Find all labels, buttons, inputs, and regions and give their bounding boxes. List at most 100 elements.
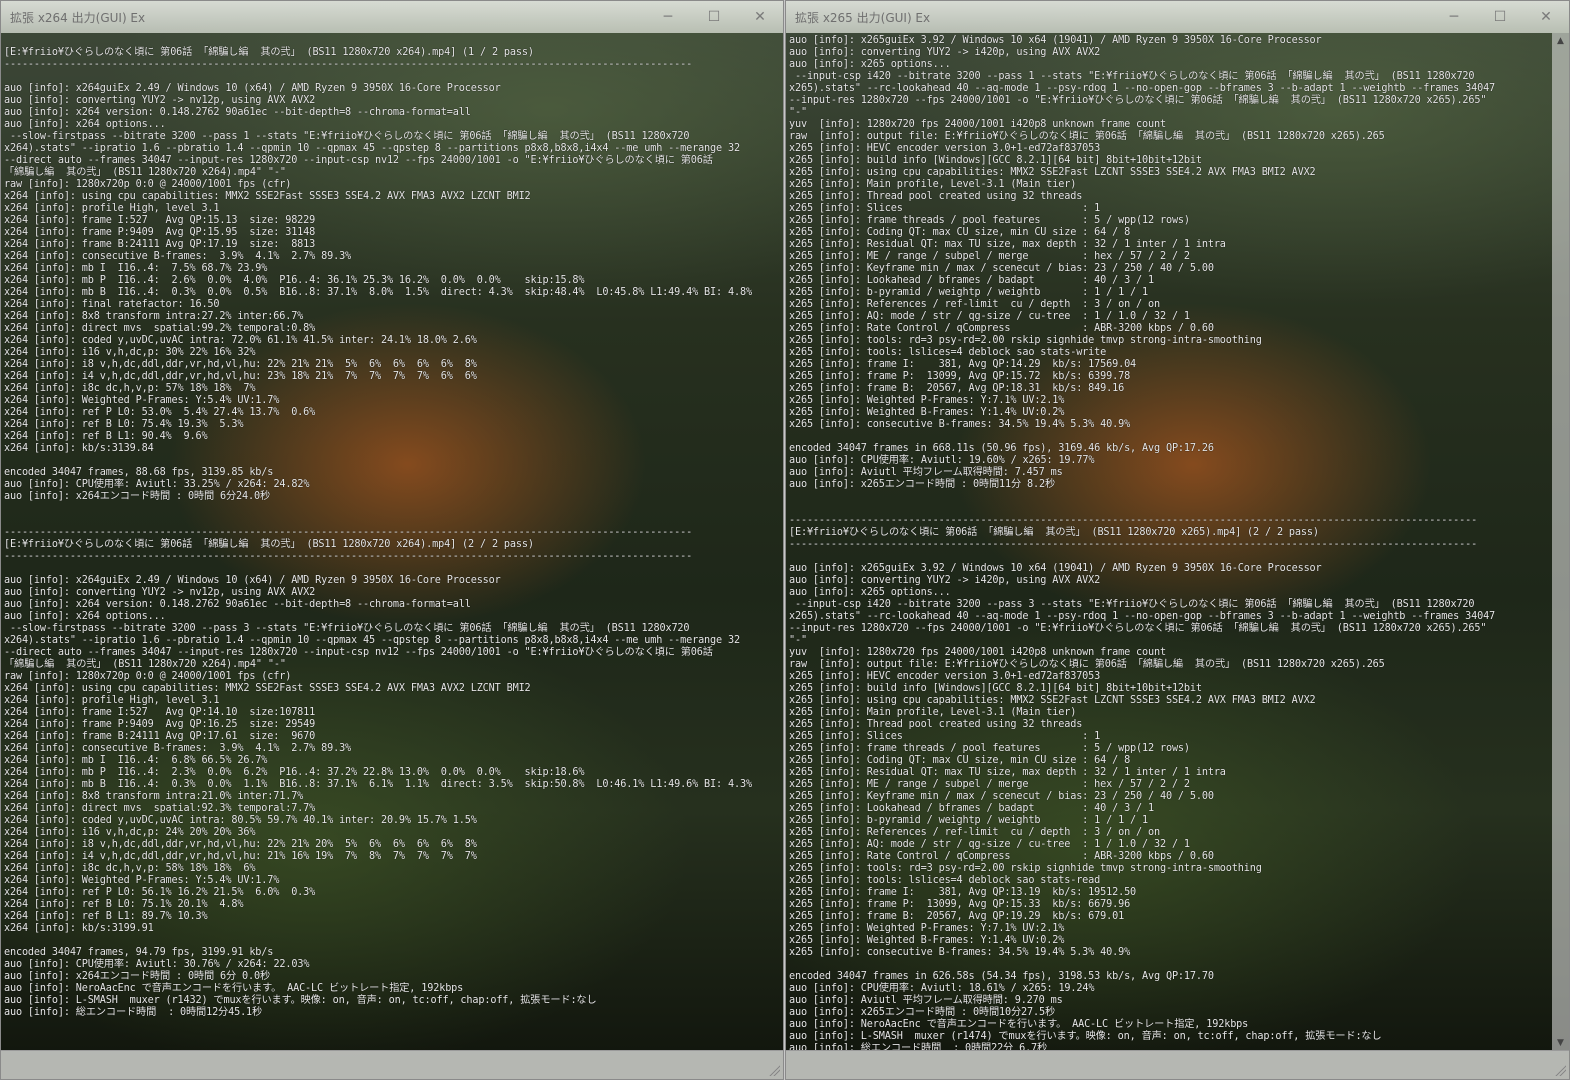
log-line: auo [info]: converting YUY2 -> nv12p, us… [4, 587, 316, 598]
log-line: x265 [info]: AQ: mode / str / qg-size / … [789, 311, 1190, 322]
log-line: x264 [info]: direct mvs spatial:99.2% te… [4, 323, 316, 334]
resize-grip-icon[interactable] [768, 1064, 780, 1076]
log-line: x264 [info]: frame I:527 Avg QP:14.10 si… [4, 707, 316, 718]
minimize-button[interactable]: ─ [1431, 1, 1477, 33]
log-line: auo [info]: NeroAacEnc で音声エンコードを行います。 AA… [789, 1019, 1249, 1030]
log-line: x264 [info]: i8c dc,h,v,p: 57% 18% 18% 7… [4, 383, 256, 394]
log-line: x265 [info]: tools: rd=3 psy-rd=2.00 rsk… [789, 335, 1262, 346]
log-line: x264 [info]: mb I I16..4: 6.8% 66.5% 26.… [4, 755, 268, 766]
log-line: x265 [info]: HEVC encoder version 3.0+1-… [789, 143, 1101, 154]
close-button[interactable]: ✕ [1523, 1, 1569, 33]
log-line: yuv [info]: 1280x720 fps 24000/1001 i420… [789, 647, 1166, 658]
log-line: 「綿騙し編 其の弐」 (BS11 1280x720 x264).mp4" "-" [4, 659, 286, 670]
log-line: x265 [info]: Slices : 1 [789, 203, 1101, 214]
log-line: x264 [info]: profile High, level 3.1 [4, 695, 220, 706]
log-line: x265 [info]: References / ref-limit cu /… [789, 299, 1160, 310]
log-line: x264 [info]: ref B L1: 89.7% 10.3% [4, 911, 208, 922]
maximize-button[interactable]: ☐ [1477, 1, 1523, 33]
log-line: encoded 34047 frames, 94.79 fps, 3199.91… [4, 947, 274, 958]
log-text-area[interactable]: [E:¥friio¥ひぐらしのなく頃に 第06話 「綿騙し編 其の弐」 (BS1… [4, 35, 765, 1051]
title-bar[interactable]: 拡張 x264 出力(GUI) Ex ─ ☐ ✕ [1, 1, 783, 33]
log-line: x264).stats" --ipratio 1.6 --pbratio 1.4… [4, 143, 740, 154]
scroll-down-icon[interactable]: ▼ [1552, 1035, 1569, 1051]
log-line: x265 [info]: ME / range / subpel / merge… [789, 779, 1190, 790]
vertical-scrollbar[interactable]: ▲ ▼ [1552, 33, 1569, 1051]
resize-grip-icon[interactable] [1554, 1064, 1566, 1076]
minimize-button[interactable]: ─ [645, 1, 691, 33]
log-line: x264 [info]: kb/s:3199.91 [4, 923, 154, 934]
status-bar [1, 1050, 783, 1079]
log-text-area[interactable]: auo [info]: x265guiEx 3.92 / Windows 10 … [789, 35, 1551, 1051]
log-line: --slow-firstpass --bitrate 3200 --pass 1… [4, 131, 690, 142]
log-line: x265 [info]: Lookahead / bframes / badap… [789, 275, 1154, 286]
log-line: x264 [info]: i8 v,h,dc,ddl,ddr,vr,hd,vl,… [4, 359, 477, 370]
log-line: x265 [info]: frame threads / pool featur… [789, 743, 1190, 754]
status-bar [786, 1050, 1569, 1079]
log-line: x265 [info]: frame threads / pool featur… [789, 215, 1190, 226]
log-line: encoded 34047 frames in 668.11s (50.96 f… [789, 443, 1214, 454]
log-line: auo [info]: x264 options... [4, 119, 166, 130]
log-line: x264 [info]: mb P I16..4: 2.3% 0.0% 6.2%… [4, 767, 585, 778]
log-line: x264 [info]: profile High, level 3.1 [4, 203, 220, 214]
log-line: auo [info]: CPU使用率: Aviutl: 19.60% / x26… [789, 455, 1095, 466]
log-line: x264 [info]: mb B I16..4: 0.3% 0.0% 0.5%… [4, 287, 752, 298]
maximize-button[interactable]: ☐ [691, 1, 737, 33]
title-bar[interactable]: 拡張 x265 出力(GUI) Ex ─ ☐ ✕ [786, 1, 1569, 33]
log-line: x265).stats" --rc-lookahead 40 --aq-mode… [789, 83, 1496, 94]
log-line: "-" [789, 635, 807, 646]
log-line: x265 [info]: using cpu capabilities: MMX… [789, 695, 1316, 706]
log-line: x265 [info]: References / ref-limit cu /… [789, 827, 1160, 838]
log-line: x264 [info]: using cpu capabilities: MMX… [4, 191, 531, 202]
log-line: --input-csp i420 --bitrate 3200 --pass 3… [789, 599, 1475, 610]
log-line: x264 [info]: mb B I16..4: 0.3% 0.0% 1.1%… [4, 779, 752, 790]
log-line: x265 [info]: Thread pool created using 3… [789, 719, 1083, 730]
log-line: x265 [info]: b-pyramid / weightp / weigh… [789, 815, 1149, 826]
log-line: encoded 34047 frames, 88.68 fps, 3139.85… [4, 467, 274, 478]
log-line: raw [info]: 1280x720p 0:0 @ 24000/1001 f… [4, 671, 292, 682]
log-line: x265 [info]: Main profile, Level-3.1 (Ma… [789, 707, 1077, 718]
minimize-icon: ─ [663, 9, 673, 25]
window-title: 拡張 x264 出力(GUI) Ex [10, 10, 146, 25]
log-line: auo [info]: converting YUY2 -> i420p, us… [789, 47, 1101, 58]
log-line: x265 [info]: Residual QT: max TU size, m… [789, 239, 1226, 250]
x265-output-window: 拡張 x265 出力(GUI) Ex ─ ☐ ✕ auo [info]: x26… [785, 0, 1570, 1080]
log-line: x265 [info]: Weighted B-Frames: Y:1.4% U… [789, 935, 1065, 946]
log-line: x264 [info]: final ratefactor: 16.50 [4, 299, 220, 310]
log-line: auo [info]: x264 options... [4, 611, 166, 622]
log-line: x265 [info]: Keyframe min / max / scenec… [789, 791, 1214, 802]
log-line: x265 [info]: Rate Control / qCompress : … [789, 851, 1214, 862]
scroll-up-icon[interactable]: ▲ [1552, 33, 1569, 49]
log-line: x265 [info]: Weighted P-Frames: Y:7.1% U… [789, 923, 1065, 934]
log-line: x265 [info]: Slices : 1 [789, 731, 1101, 742]
log-line: x264 [info]: using cpu capabilities: MMX… [4, 683, 531, 694]
close-icon: ✕ [754, 9, 766, 25]
log-line: x264 [info]: i16 v,h,dc,p: 30% 22% 16% 3… [4, 347, 256, 358]
log-line: --input-csp i420 --bitrate 3200 --pass 1… [789, 71, 1475, 82]
log-line: 「綿騙し編 其の弐」 (BS11 1280x720 x264).mp4" "-" [4, 167, 286, 178]
log-line: [E:¥friio¥ひぐらしのなく頃に 第06話 「綿騙し編 其の弐」 (BS1… [4, 47, 534, 58]
log-line: x264 [info]: mb I I16..4: 7.5% 68.7% 23.… [4, 263, 268, 274]
log-line: auo [info]: 総エンコード時間 : 0時間12分45.1秒 [4, 1007, 263, 1018]
log-line: x264 [info]: i4 v,h,dc,ddl,ddr,vr,hd,vl,… [4, 851, 477, 862]
log-line: "-" [789, 107, 807, 118]
close-button[interactable]: ✕ [737, 1, 783, 33]
log-line: --direct auto --frames 34047 --input-res… [4, 647, 713, 658]
log-line: x264 [info]: mb P I16..4: 2.6% 0.0% 4.0%… [4, 275, 585, 286]
log-line: x265 [info]: HEVC encoder version 3.0+1-… [789, 671, 1101, 682]
log-line: x264 [info]: i4 v,h,dc,ddl,ddr,vr,hd,vl,… [4, 371, 477, 382]
log-line: auo [info]: x264guiEx 2.49 / Windows 10 … [4, 83, 501, 94]
log-line: x264 [info]: ref P L0: 53.0% 5.4% 27.4% … [4, 407, 316, 418]
log-line: auo [info]: L-SMASH muxer (r1474) でmuxを行… [789, 1031, 1382, 1042]
log-line: x264 [info]: ref P L0: 56.1% 16.2% 21.5%… [4, 887, 316, 898]
log-line: x265 [info]: consecutive B-frames: 34.5%… [789, 947, 1131, 958]
log-line: x264 [info]: frame B:24111 Avg QP:17.61 … [4, 731, 316, 742]
log-line: x264 [info]: kb/s:3139.84 [4, 443, 154, 454]
log-line: x265 [info]: Coding QT: max CU size, min… [789, 227, 1131, 238]
